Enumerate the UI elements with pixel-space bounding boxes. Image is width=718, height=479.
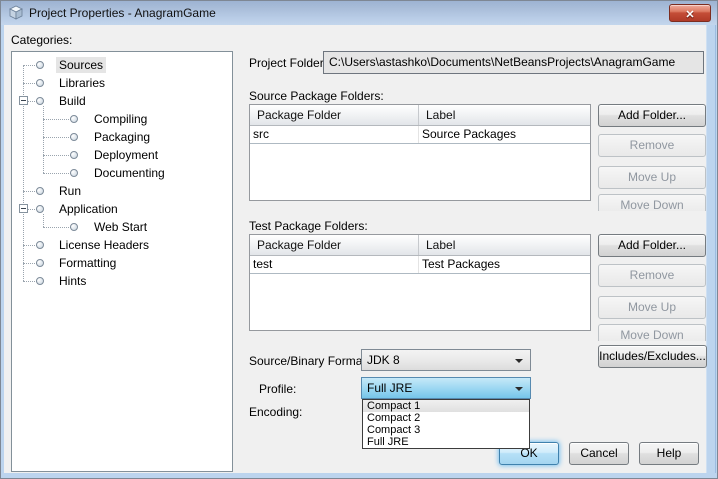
category-bullet-icon xyxy=(36,97,44,105)
source-binary-format-combobox[interactable]: JDK 8 xyxy=(361,349,531,371)
profile-dropdown-list: Compact 1Compact 2Compact 3Full JRE xyxy=(362,399,530,449)
category-bullet-icon xyxy=(36,277,44,285)
category-bullet-icon xyxy=(36,187,44,195)
tree-item-label[interactable]: Formatting xyxy=(56,255,119,271)
move-down-button-source-clipped: Move Down xyxy=(598,194,706,211)
categories-label: Categories: xyxy=(11,33,72,47)
category-bullet-icon xyxy=(70,223,78,231)
move-down-button-test-clipped: Move Down xyxy=(598,324,706,341)
sidebar-item-formatting[interactable]: Formatting xyxy=(12,254,232,272)
source-packages-label: Source Package Folders: xyxy=(249,89,384,103)
tree-item-label[interactable]: Compiling xyxy=(91,111,150,127)
tree-item-label[interactable]: Run xyxy=(56,183,84,199)
category-bullet-icon xyxy=(70,169,78,177)
cancel-button[interactable]: Cancel xyxy=(569,442,629,465)
move-up-button-source[interactable]: Move Up xyxy=(598,166,706,189)
window-frame-right xyxy=(706,25,718,479)
table-cell: Source Packages xyxy=(419,126,590,143)
tree-item-label[interactable]: Packaging xyxy=(91,129,153,145)
tree-item-label[interactable]: Web Start xyxy=(91,219,150,235)
table-row[interactable]: srcSource Packages xyxy=(250,126,590,144)
dropdown-option-compact-1[interactable]: Compact 1 xyxy=(363,400,529,412)
category-bullet-icon xyxy=(70,115,78,123)
column-header-label[interactable]: Label xyxy=(419,235,590,255)
help-button[interactable]: Help xyxy=(639,442,699,465)
sidebar-item-sources[interactable]: Sources xyxy=(12,56,232,74)
tree-item-label[interactable]: Build xyxy=(56,93,89,109)
category-bullet-icon xyxy=(36,61,44,69)
category-bullet-icon xyxy=(36,205,44,213)
source-binary-format-value: JDK 8 xyxy=(367,353,400,367)
test-packages-label: Test Package Folders: xyxy=(249,219,368,233)
sidebar-item-packaging[interactable]: Packaging xyxy=(12,128,232,146)
collapse-minus-icon[interactable] xyxy=(19,96,28,105)
sidebar-item-deployment[interactable]: Deployment xyxy=(12,146,232,164)
category-bullet-icon xyxy=(70,133,78,141)
collapse-minus-icon[interactable] xyxy=(19,204,28,213)
category-bullet-icon xyxy=(36,79,44,87)
sidebar-item-license-headers[interactable]: License Headers xyxy=(12,236,232,254)
test-packages-table[interactable]: Package FolderLabeltestTest Packages xyxy=(249,234,591,331)
source-packages-table[interactable]: Package FolderLabelsrcSource Packages xyxy=(249,104,591,201)
window-frame-bottom xyxy=(1,473,718,479)
column-header-label[interactable]: Label xyxy=(419,105,590,125)
netbeans-cube-icon xyxy=(8,5,24,21)
tree-item-label[interactable]: Sources xyxy=(56,57,106,73)
table-header-row: Package FolderLabel xyxy=(250,235,590,256)
includes-excludes-button[interactable]: Includes/Excludes... xyxy=(598,345,707,368)
category-bullet-icon xyxy=(36,241,44,249)
category-bullet-icon xyxy=(70,151,78,159)
window-frame-left xyxy=(1,25,4,479)
add-folder-button-test[interactable]: Add Folder... xyxy=(598,234,706,257)
profile-value: Full JRE xyxy=(367,381,412,395)
chevron-down-icon xyxy=(515,387,523,391)
table-cell: src xyxy=(250,126,419,143)
sidebar-item-web-start[interactable]: Web Start xyxy=(12,218,232,236)
project-properties-dialog: Project Properties - AnagramGame ✕ Categ… xyxy=(0,0,718,479)
sidebar-item-documenting[interactable]: Documenting xyxy=(12,164,232,182)
dropdown-option-compact-3[interactable]: Compact 3 xyxy=(363,424,529,436)
sidebar-item-compiling[interactable]: Compiling xyxy=(12,110,232,128)
project-folder-label: Project Folder: xyxy=(249,56,327,70)
category-bullet-icon xyxy=(36,259,44,267)
table-cell: test xyxy=(250,256,419,273)
source-binary-format-label: Source/Binary Format: xyxy=(249,354,369,368)
sidebar-item-libraries[interactable]: Libraries xyxy=(12,74,232,92)
tree-item-label[interactable]: Application xyxy=(56,201,121,217)
categories-tree-panel: Sources Libraries BuildCompiling Packaging D… xyxy=(11,51,233,472)
window-title: Project Properties - AnagramGame xyxy=(29,1,216,25)
sidebar-item-run[interactable]: Run xyxy=(12,182,232,200)
move-down-button-source[interactable]: Move Down xyxy=(598,194,706,211)
move-down-button-test[interactable]: Move Down xyxy=(598,324,706,341)
table-row[interactable]: testTest Packages xyxy=(250,256,590,274)
encoding-label: Encoding: xyxy=(249,405,302,419)
tree-item-label[interactable]: Libraries xyxy=(56,75,108,91)
tree-item-label[interactable]: Deployment xyxy=(91,147,161,163)
tree-item-label[interactable]: Documenting xyxy=(91,165,168,181)
dropdown-option-full-jre[interactable]: Full JRE xyxy=(363,436,529,448)
sidebar-item-build[interactable]: Build xyxy=(12,92,232,110)
profile-combobox[interactable]: Full JRE xyxy=(361,377,531,399)
project-folder-field[interactable]: C:\Users\astashko\Documents\NetBeansProj… xyxy=(323,51,704,74)
move-up-button-test[interactable]: Move Up xyxy=(598,296,706,319)
column-header-package-folder[interactable]: Package Folder xyxy=(250,235,419,255)
dropdown-option-compact-2[interactable]: Compact 2 xyxy=(363,412,529,424)
remove-button-source[interactable]: Remove xyxy=(598,134,706,157)
sidebar-item-application[interactable]: Application xyxy=(12,200,232,218)
table-cell: Test Packages xyxy=(419,256,590,273)
table-header-row: Package FolderLabel xyxy=(250,105,590,126)
title-bar[interactable]: Project Properties - AnagramGame ✕ xyxy=(1,1,718,25)
close-icon: ✕ xyxy=(685,9,694,21)
column-header-package-folder[interactable]: Package Folder xyxy=(250,105,419,125)
profile-label: Profile: xyxy=(259,382,296,396)
sidebar-item-hints[interactable]: Hints xyxy=(12,272,232,290)
add-folder-button-source[interactable]: Add Folder... xyxy=(598,104,706,127)
remove-button-test[interactable]: Remove xyxy=(598,264,706,287)
tree-item-label[interactable]: Hints xyxy=(56,273,89,289)
tree-item-label[interactable]: License Headers xyxy=(56,237,152,253)
close-button[interactable]: ✕ xyxy=(669,4,711,22)
chevron-down-icon xyxy=(515,359,523,363)
categories-tree: Sources Libraries BuildCompiling Packaging D… xyxy=(12,52,232,471)
